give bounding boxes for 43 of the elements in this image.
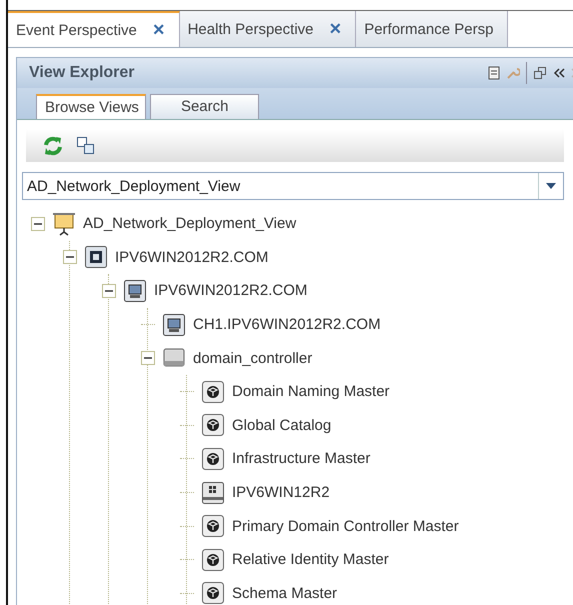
cube-icon — [202, 582, 224, 604]
document-icon[interactable] — [488, 66, 500, 80]
tree-item[interactable]: CH1.IPV6WIN2012R2.COM — [193, 316, 381, 334]
server-icon — [85, 246, 107, 268]
view-tab[interactable]: Browse Views — [36, 94, 146, 119]
tree-item[interactable]: AD_Network_Deployment_View — [83, 215, 296, 232]
view-tab[interactable]: Search — [150, 94, 260, 119]
windows-server-icon — [202, 482, 224, 504]
cube-icon — [202, 515, 224, 538]
tree-item[interactable]: Primary Domain Controller Master — [232, 518, 459, 535]
presentation-board-icon — [53, 212, 75, 236]
collapse-icon[interactable] — [31, 216, 45, 231]
tree-item[interactable]: Infrastructure Master — [232, 450, 370, 468]
perspective-tab[interactable]: Event Perspective × — [8, 11, 180, 47]
tree-item[interactable]: domain_controller — [193, 350, 312, 367]
cube-icon — [202, 548, 224, 571]
computer-icon — [163, 314, 185, 336]
refresh-icon[interactable] — [42, 134, 64, 156]
collapse-icon[interactable] — [102, 284, 116, 298]
perspective-tab[interactable]: Performance Persp — [356, 11, 508, 47]
caret-icon — [546, 183, 556, 189]
collapse-left-icon[interactable] — [553, 67, 565, 79]
collapse-icon[interactable] — [141, 351, 155, 366]
restore-icon[interactable] — [533, 66, 547, 80]
close-icon[interactable]: × — [152, 18, 165, 42]
panel-title: View Explorer — [29, 64, 135, 82]
drive-icon — [163, 347, 185, 370]
view-dropdown[interactable]: AD_Network_Deployment_View — [22, 172, 564, 200]
cube-icon — [202, 380, 224, 403]
collapse-icon[interactable] — [63, 250, 77, 264]
tree-item[interactable]: Domain Naming Master — [232, 383, 390, 400]
copy-icon[interactable] — [76, 136, 96, 156]
perspective-tab[interactable]: Health Perspective × — [180, 11, 356, 47]
tree-item[interactable]: Global Catalog — [232, 416, 332, 434]
tree-item[interactable]: IPV6WIN2012R2.COM — [115, 248, 268, 266]
tree-item[interactable]: Relative Identity Master — [232, 551, 389, 568]
cube-icon — [202, 448, 224, 470]
close-icon[interactable]: × — [330, 18, 342, 40]
tree-item[interactable]: Schema Master — [232, 584, 338, 602]
cube-icon — [202, 414, 224, 436]
tree-item[interactable]: IPV6WIN2012R2.COM — [154, 282, 308, 300]
computer-icon — [124, 280, 146, 302]
tree-item[interactable]: IPV6WIN12R2 — [232, 484, 330, 502]
